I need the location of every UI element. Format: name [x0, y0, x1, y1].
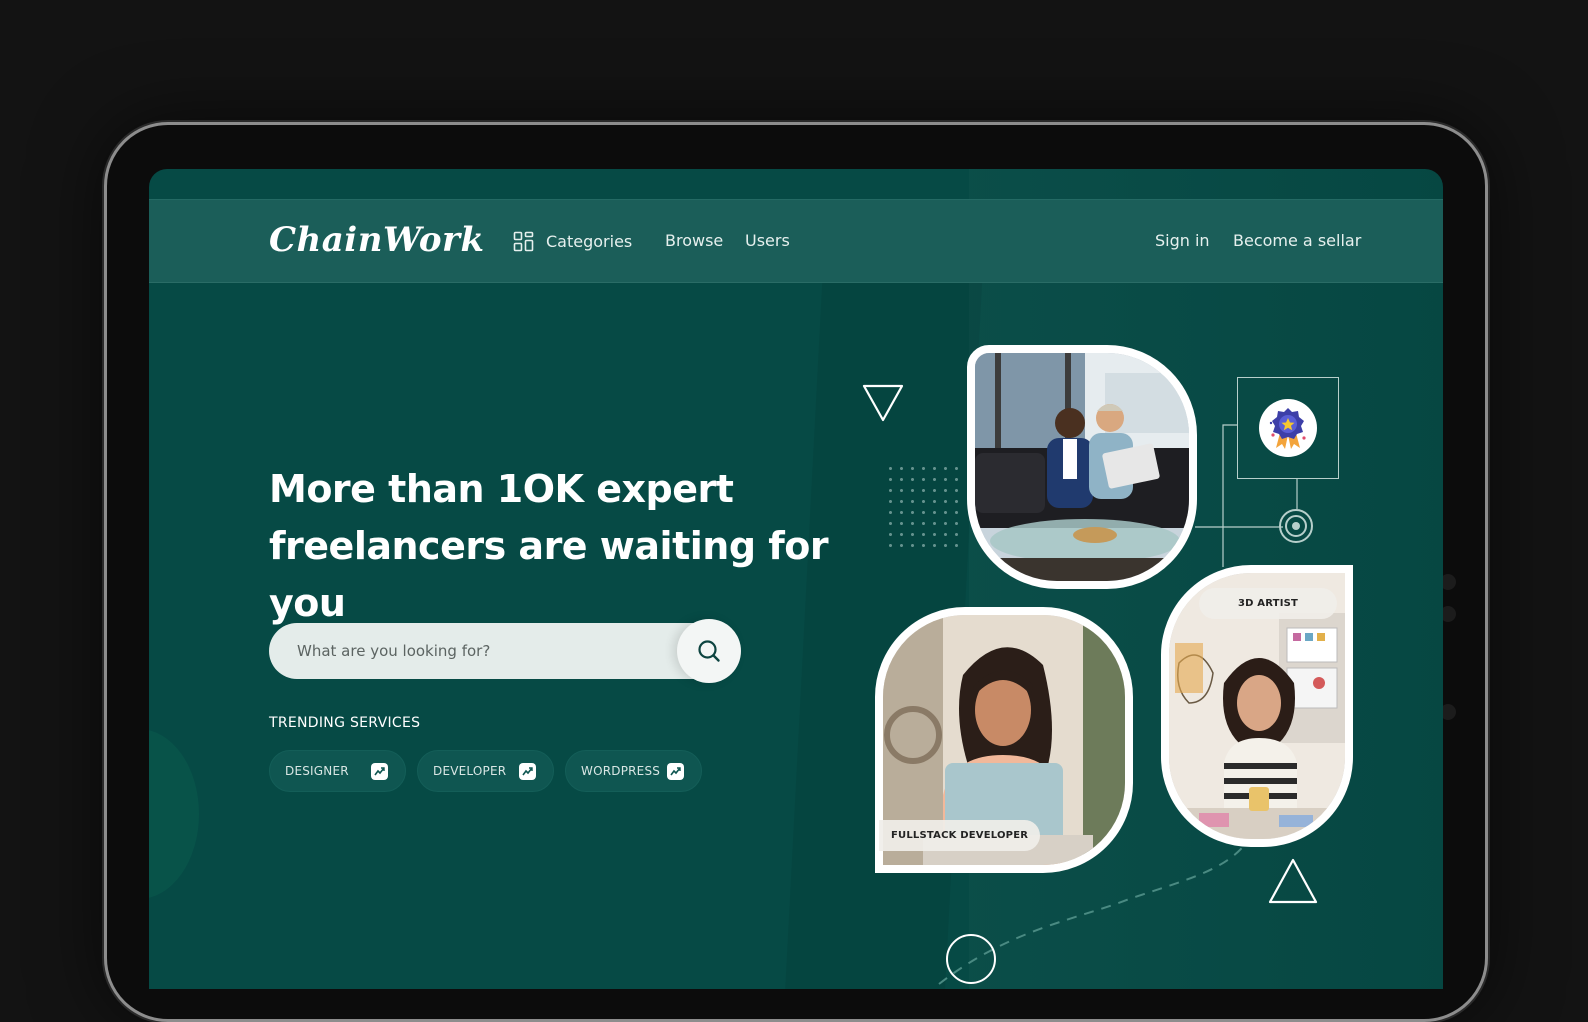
target-icon: [1279, 509, 1313, 543]
brand-logo[interactable]: ChainWork: [269, 220, 485, 260]
trending-services-heading: TRENDING SERVICES: [269, 715, 421, 731]
chip-label: DEVELOPER: [433, 764, 507, 778]
chip-label: WORDPRESS: [581, 764, 661, 778]
triangle-down-icon: [862, 384, 904, 422]
trending-chips: DESIGNER DEVELOPER WORDPRESS: [269, 750, 702, 792]
award-badge-icon: [1259, 399, 1317, 457]
chip-developer[interactable]: DEVELOPER: [417, 750, 554, 792]
hero-heading-line1: More than 1OK expert: [269, 467, 734, 511]
chip-label: DESIGNER: [285, 764, 349, 778]
triangle-up-icon: [1268, 858, 1318, 904]
nav-browse[interactable]: Browse: [665, 231, 723, 250]
chip-wordpress[interactable]: WORDPRESS: [565, 750, 702, 792]
trending-up-icon: [519, 762, 536, 780]
trending-up-icon: [371, 762, 388, 780]
hero-heading: More than 1OK expert freelancers are wai…: [269, 461, 909, 632]
nav-users[interactable]: Users: [745, 231, 790, 250]
award-card: [1237, 377, 1339, 479]
search-icon: [698, 640, 720, 662]
background-blob: [149, 729, 199, 899]
become-seller-link[interactable]: Become a sellar: [1233, 231, 1361, 250]
trending-up-icon: [667, 762, 684, 780]
landing-page-screen: ChainWork Categories Browse Users Sign i…: [149, 169, 1443, 989]
nav-categories[interactable]: Categories: [513, 231, 632, 252]
search-bar: [269, 619, 741, 683]
search-input[interactable]: [297, 631, 667, 671]
dot-grid-decoration: [885, 463, 963, 547]
search-button[interactable]: [677, 619, 741, 683]
sign-in-link[interactable]: Sign in: [1155, 231, 1210, 250]
grid-icon: [513, 231, 534, 252]
circle-outline-decoration: [946, 934, 996, 984]
nav-categories-label: Categories: [546, 232, 633, 251]
site-header: ChainWork Categories Browse Users Sign i…: [149, 199, 1443, 283]
3d-artist-label: 3D ARTIST: [1199, 588, 1337, 619]
photo-business-meeting: [967, 345, 1197, 589]
hero-heading-line2: freelancers are waiting for you: [269, 524, 829, 625]
chip-designer[interactable]: DESIGNER: [269, 750, 406, 792]
fullstack-developer-label: FULLSTACK DEVELOPER: [879, 820, 1041, 851]
